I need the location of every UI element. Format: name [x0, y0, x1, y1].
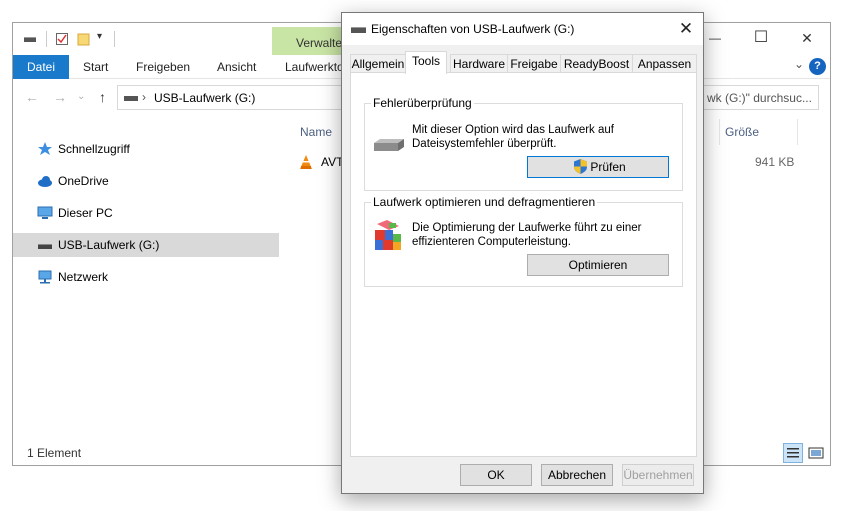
dialog-close-button[interactable]: ✕ [669, 13, 703, 45]
vlc-file-icon [300, 155, 312, 169]
usb-drive-icon [38, 244, 52, 249]
sidebar-item-label: Netzwerk [58, 270, 109, 284]
tab-laufwerktools[interactable]: Laufwerkto [285, 55, 344, 79]
tab-anpassen[interactable]: Anpassen [632, 54, 697, 73]
optimize-group: Laufwerk optimieren und defragmentieren … [364, 195, 683, 287]
tab-freigeben[interactable]: Freigeben [136, 55, 190, 79]
close-icon: ✕ [678, 19, 694, 38]
tab-allgemein[interactable]: Allgemein [350, 54, 406, 73]
back-arrow-icon[interactable]: ← [25, 89, 39, 105]
hard-drive-icon [374, 139, 404, 151]
maximize-icon: ☐ [753, 29, 769, 46]
ok-button[interactable]: OK [460, 464, 532, 486]
toolbar-divider [114, 31, 115, 47]
breadcrumb-chevron-icon: › [142, 90, 146, 104]
sidebar-item-netzwerk[interactable]: Netzwerk [13, 265, 279, 289]
address-bar[interactable]: › USB-Laufwerk (G:) [117, 85, 371, 110]
customize-toolbar-icon[interactable]: ▾ [97, 31, 102, 42]
drive-icon[interactable] [23, 32, 37, 46]
tab-tools[interactable]: Tools [405, 51, 447, 74]
optimize-description: Die Optimierung der Laufwerke führt zu e… [412, 222, 642, 248]
toolbar-divider [46, 31, 47, 47]
forward-arrow-icon[interactable]: → [53, 89, 67, 105]
close-icon: ✕ [801, 30, 813, 46]
cancel-button[interactable]: Abbrechen [541, 464, 613, 486]
minimize-icon: — [709, 31, 721, 45]
sidebar-item-label: OneDrive [58, 174, 109, 188]
sidebar-item-label: USB-Laufwerk (G:) [58, 238, 160, 252]
tab-readyboost[interactable]: ReadyBoost [560, 54, 633, 73]
expand-ribbon-icon[interactable]: ⌄ [794, 57, 804, 71]
details-view-button[interactable] [783, 443, 803, 463]
column-separator[interactable] [719, 119, 720, 145]
tab-verwalten[interactable]: Verwalten [272, 27, 349, 55]
star-icon [38, 142, 52, 155]
tab-ansicht[interactable]: Ansicht [217, 55, 256, 79]
tools-tab-page: Fehlerüberprüfung Mit dieser Option wird… [350, 72, 697, 457]
details-view-icon [787, 448, 799, 458]
new-folder-icon[interactable] [77, 32, 91, 46]
error-check-group: Fehlerüberprüfung Mit dieser Option wird… [364, 96, 683, 191]
computer-icon [37, 206, 53, 219]
recent-chevron-icon[interactable]: ⌄ [77, 91, 85, 102]
up-arrow-icon[interactable]: ↑ [99, 89, 106, 105]
sidebar-item-usb-laufwerk[interactable]: USB-Laufwerk (G:) [13, 233, 279, 257]
properties-icon[interactable] [55, 32, 69, 46]
optimieren-button[interactable]: Optimieren [527, 254, 669, 276]
column-separator[interactable] [797, 119, 798, 145]
sidebar-item-label: Dieser PC [58, 206, 113, 220]
file-size: 941 KB [755, 155, 795, 169]
address-text: USB-Laufwerk (G:) [154, 91, 256, 105]
cloud-icon [38, 176, 52, 187]
column-header-size[interactable]: Größe [725, 125, 759, 139]
close-button[interactable]: ✕ [784, 23, 830, 55]
defrag-icon [375, 220, 401, 250]
network-icon [38, 270, 52, 284]
large-icons-view-icon [808, 447, 824, 459]
help-icon[interactable]: ? [809, 58, 826, 75]
sidebar-item-dieser-pc[interactable]: Dieser PC [13, 201, 279, 225]
pruefen-button[interactable]: Prüfen [527, 156, 669, 178]
column-header-name[interactable]: Name [300, 125, 332, 139]
properties-dialog: Eigenschaften von USB-Laufwerk (G:) ✕ Al… [341, 12, 704, 494]
apply-button[interactable]: Übernehmen [622, 464, 694, 486]
dialog-titlebar[interactable]: Eigenschaften von USB-Laufwerk (G:) ✕ [342, 13, 703, 45]
sidebar-item-schnellzugriff[interactable]: Schnellzugriff [13, 137, 279, 161]
optimize-title: Laufwerk optimieren und defragmentieren [371, 195, 598, 209]
sidebar-item-onedrive[interactable]: OneDrive [13, 169, 279, 193]
drive-icon [351, 27, 366, 33]
error-check-title: Fehlerüberprüfung [371, 96, 474, 110]
tab-datei[interactable]: Datei [13, 55, 69, 79]
tab-start[interactable]: Start [83, 55, 108, 79]
tab-freigabe[interactable]: Freigabe [507, 54, 561, 73]
dialog-title: Eigenschaften von USB-Laufwerk (G:) [371, 22, 575, 36]
status-item-count: 1 Element [27, 446, 82, 460]
drive-icon [124, 96, 138, 101]
large-icons-view-button[interactable] [806, 443, 826, 463]
search-input[interactable]: wk (G:)" durchsuc... [703, 85, 819, 110]
maximize-button[interactable]: ☐ [738, 23, 784, 55]
error-check-description: Mit dieser Option wird das Laufwerk auf … [412, 124, 614, 150]
tab-hardware[interactable]: Hardware [450, 54, 508, 73]
uac-shield-icon [574, 159, 587, 174]
sidebar-item-label: Schnellzugriff [58, 142, 130, 156]
